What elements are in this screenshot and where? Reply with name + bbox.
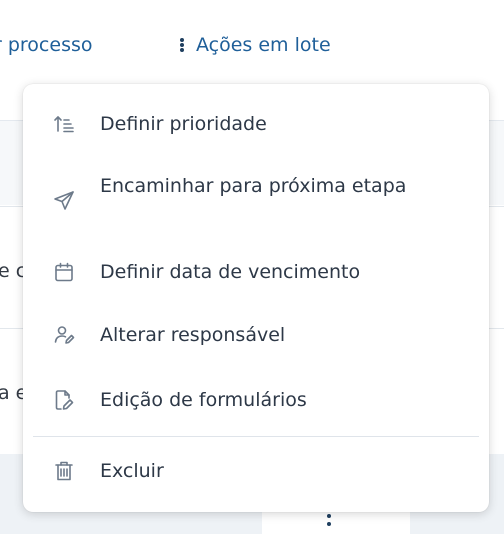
batch-actions-button[interactable]: Ações em lote [180,30,331,60]
row-kebab-icon[interactable] [327,514,331,526]
batch-actions-menu: Definir prioridade Encaminhar para próxi… [23,84,489,512]
sort-priority-icon [53,113,75,135]
menu-item-label: Definir data de vencimento [100,261,361,283]
menu-item-label: Excluir [100,460,164,482]
user-edit-icon [53,324,75,346]
menu-item-label: Definir prioridade [100,113,267,135]
menu-item-edit-forms[interactable]: Edição de formulários [23,389,489,411]
kebab-icon [180,38,184,52]
toolbar: r processo Ações em lote [0,0,504,88]
menu-item-set-priority[interactable]: Definir prioridade [23,113,489,135]
menu-item-label: Alterar responsável [100,324,286,346]
menu-divider [33,436,479,437]
calendar-icon [53,261,75,283]
menu-item-delete[interactable]: Excluir [23,460,489,482]
menu-item-forward-step[interactable]: Encaminhar para próxima etapa [23,176,489,220]
batch-actions-label: Ações em lote [196,34,331,56]
send-icon [53,189,75,211]
menu-item-set-due-date[interactable]: Definir data de vencimento [23,261,489,283]
menu-item-label: Encaminhar para próxima etapa [100,175,407,197]
menu-item-change-assignee[interactable]: Alterar responsável [23,324,489,346]
menu-item-label: Edição de formulários [100,389,307,411]
trash-icon [53,460,75,482]
process-button-label: r processo [0,34,93,56]
page: r processo Ações em lote e c a e Definir… [0,0,504,534]
process-button[interactable]: r processo [0,30,93,60]
form-edit-icon [53,389,75,411]
